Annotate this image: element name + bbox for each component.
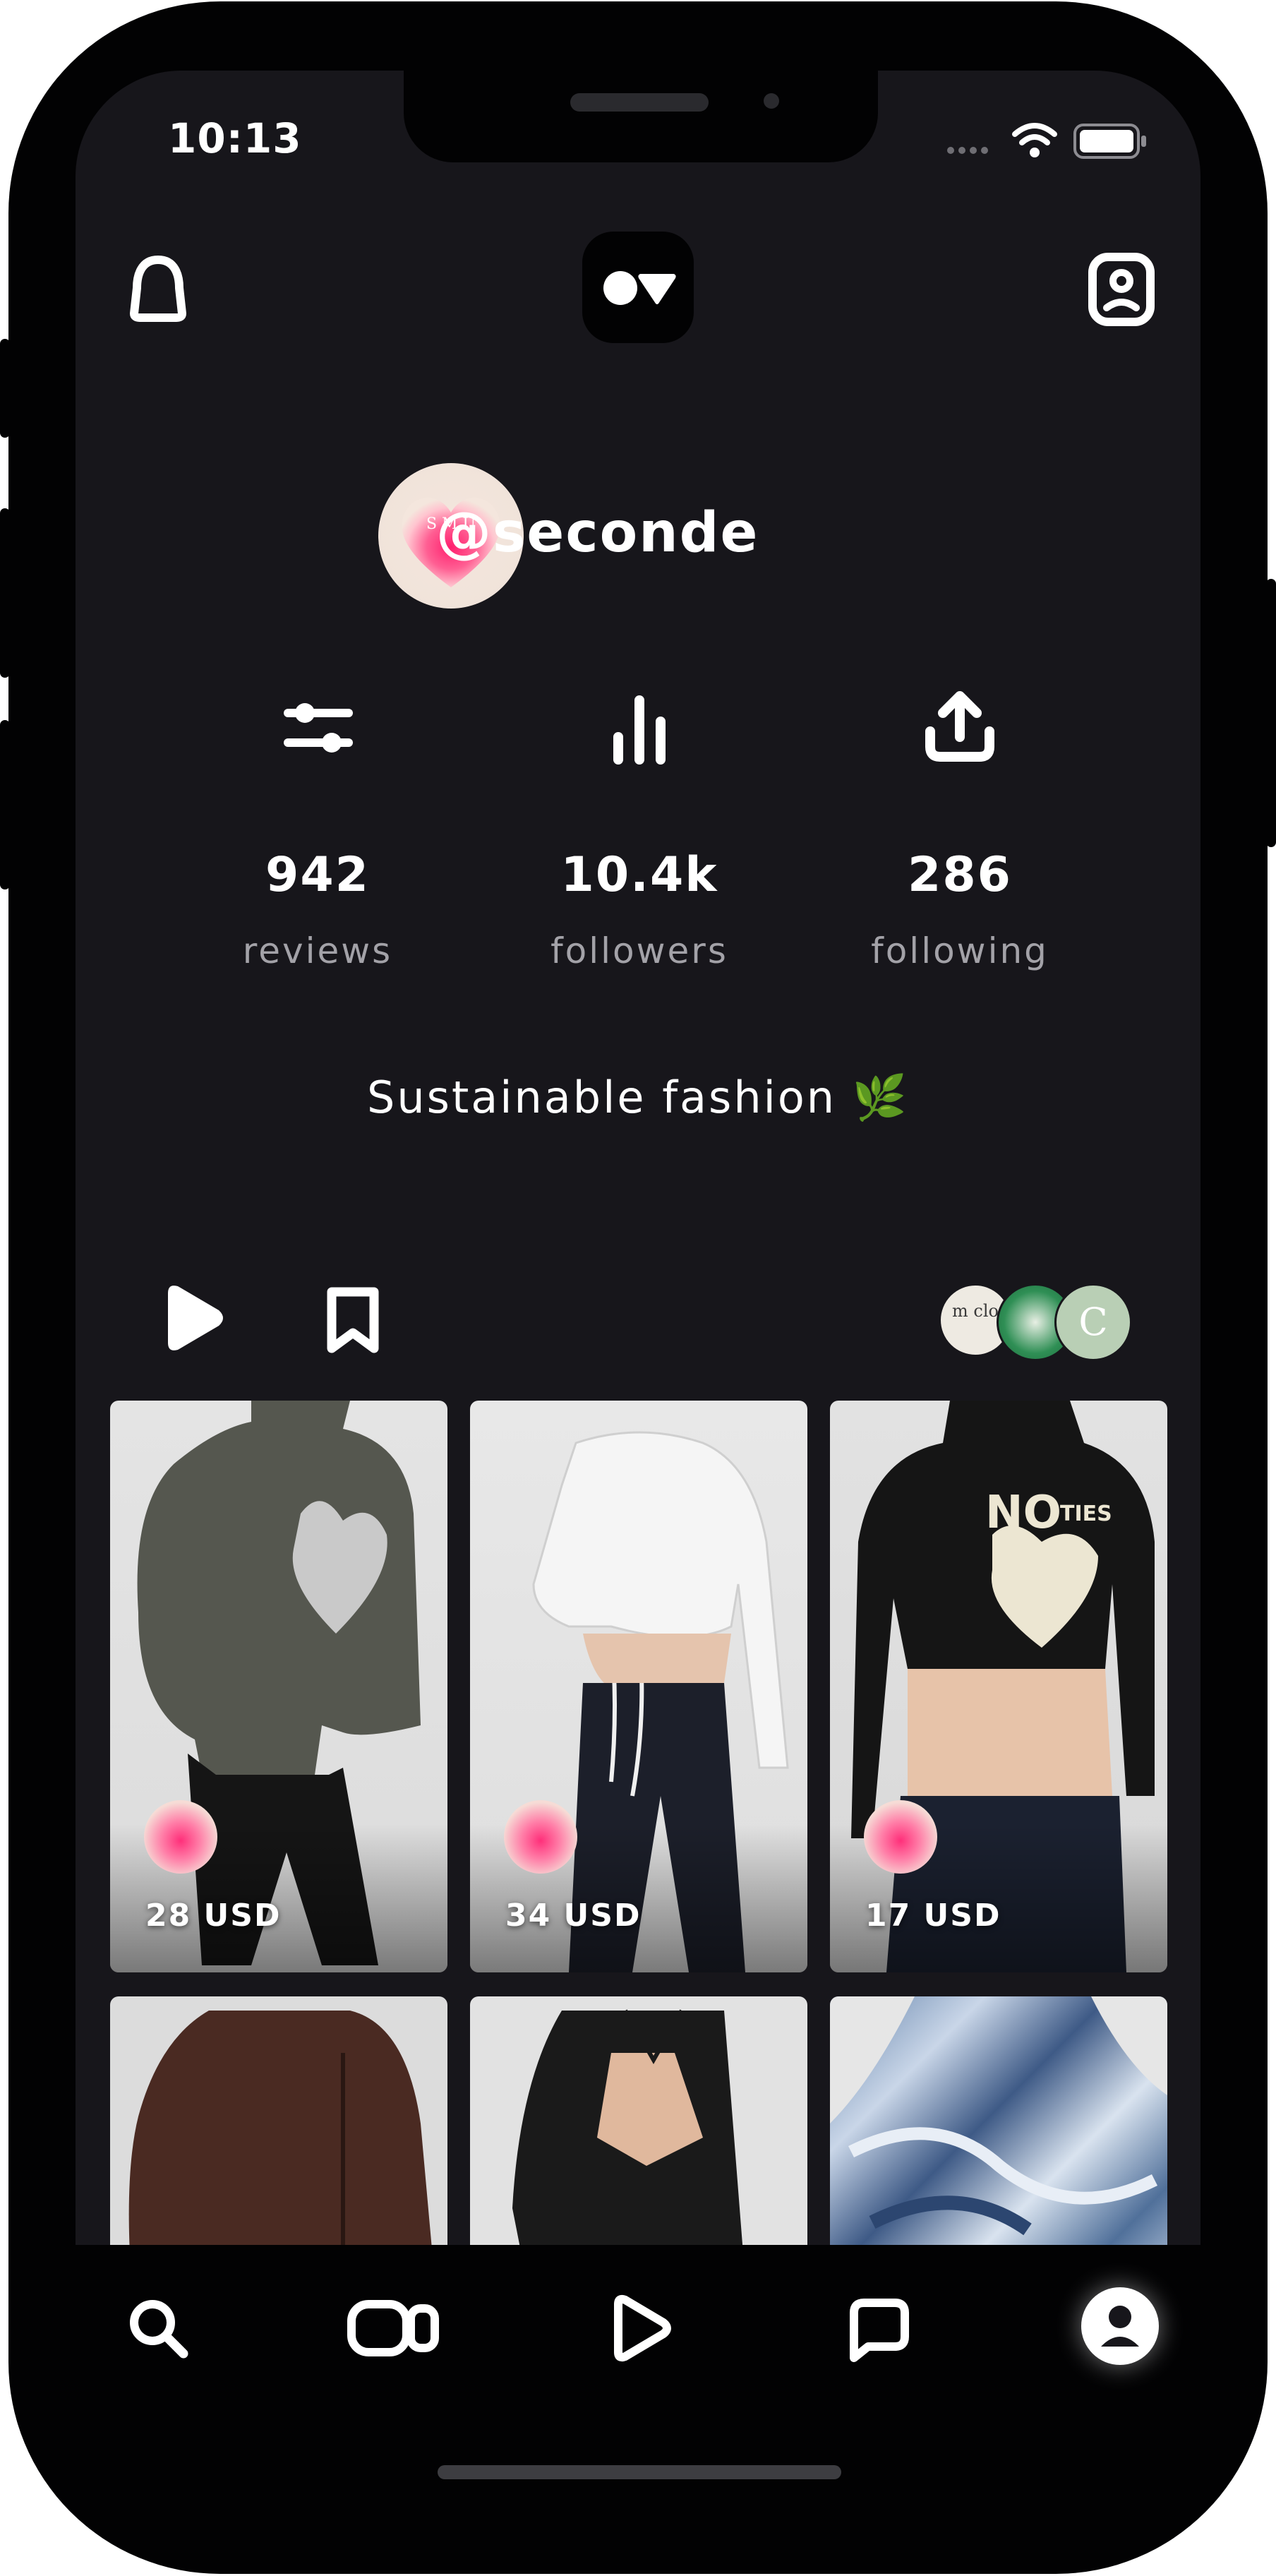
nav-profile-icon	[1101, 2306, 1139, 2347]
seller-avatar	[504, 1800, 577, 1874]
nav-divider	[76, 2245, 1200, 2280]
contacts-icon[interactable]	[1085, 251, 1157, 329]
listing-tile-5[interactable]	[470, 1996, 807, 2280]
svg-text:TIES: TIES	[1060, 1502, 1112, 1526]
nav-search-icon[interactable]	[124, 2294, 192, 2362]
listing-photo-6	[830, 1996, 1167, 2236]
followers-label: followers	[550, 930, 728, 971]
following-label: following	[871, 930, 1049, 971]
profile-bio: Sustainable fashion 🌿	[367, 1072, 909, 1123]
nav-video-camera-icon[interactable]	[346, 2294, 442, 2362]
nav-chat-icon[interactable]	[844, 2294, 915, 2365]
phone-volume-down	[0, 720, 10, 889]
followers-count[interactable]: 10.4k	[534, 847, 745, 903]
profile-handle: @seconde	[436, 501, 759, 565]
phone-power-button	[1266, 579, 1276, 847]
status-time: 10:13	[168, 114, 302, 162]
sliders-icon[interactable]	[281, 692, 356, 762]
bell-icon[interactable]	[126, 253, 191, 326]
seller-avatar	[864, 1800, 937, 1874]
listing-tile-4[interactable]	[110, 1996, 447, 2280]
brand-avatar-3[interactable]: C	[1054, 1283, 1132, 1361]
bar-chart-icon[interactable]	[604, 692, 675, 765]
listing-tile-2[interactable]: 34 USD	[470, 1401, 807, 1972]
nav-play-icon[interactable]	[604, 2292, 675, 2365]
listing-price: 17 USD	[865, 1898, 1001, 1934]
front-camera	[764, 93, 779, 109]
wifi-icon	[1012, 123, 1057, 157]
home-indicator[interactable]	[438, 2465, 841, 2479]
nav-profile-button[interactable]	[1081, 2287, 1159, 2365]
listing-price: 28 USD	[145, 1898, 282, 1934]
tab-saved-bookmark-icon[interactable]	[322, 1285, 384, 1355]
listing-tile-3[interactable]: NO TIES 17 USD	[830, 1401, 1167, 1972]
svg-text:NO: NO	[985, 1487, 1061, 1539]
following-count[interactable]: 286	[854, 847, 1066, 903]
app-logo[interactable]	[582, 232, 694, 343]
seller-avatar	[144, 1800, 217, 1874]
reviews-label: reviews	[242, 930, 393, 971]
listing-photo-5	[512, 2009, 745, 2280]
phone-mute-switch	[0, 339, 10, 438]
reviews-count[interactable]: 942	[212, 847, 423, 903]
listing-photo-4	[128, 2011, 435, 2280]
phone-volume-up	[0, 508, 10, 678]
notch	[404, 71, 878, 162]
app-logo-icon	[603, 271, 676, 305]
share-upload-icon[interactable]	[922, 688, 998, 765]
tab-videos-play-icon[interactable]	[154, 1279, 230, 1357]
listing-price: 34 USD	[505, 1898, 642, 1934]
listing-tile-6[interactable]	[830, 1996, 1167, 2280]
battery-icon	[1073, 124, 1146, 159]
speaker-grill	[570, 93, 709, 112]
listing-tile-1[interactable]: 28 USD	[110, 1401, 447, 1972]
